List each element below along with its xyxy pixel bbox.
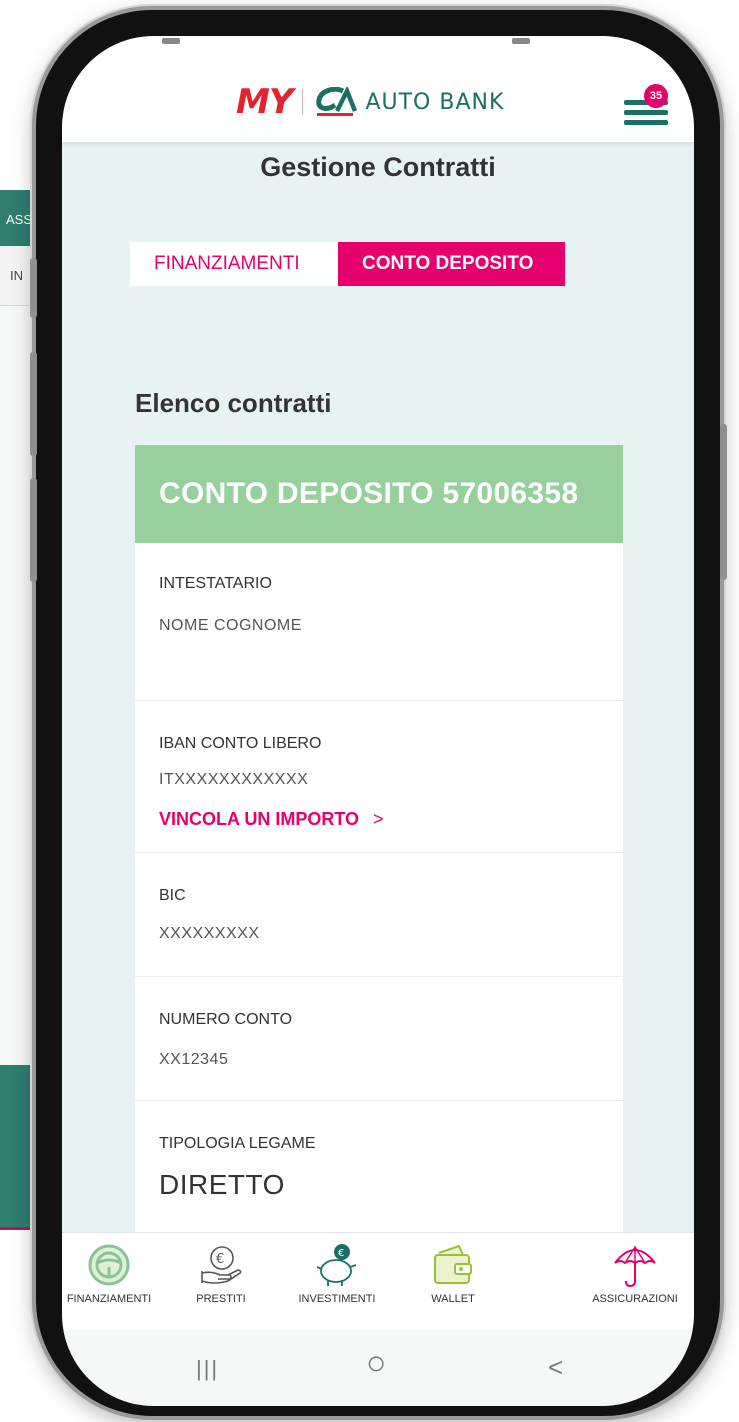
nav-label: PRESTITI	[196, 1293, 246, 1305]
row-intestatario: INTESTATARIO NOME COGNOME	[135, 543, 623, 701]
numero-conto-value: XX12345	[159, 1051, 229, 1068]
piggy-bank-icon: €	[316, 1244, 357, 1286]
back-button[interactable]: <	[548, 1352, 563, 1383]
nav-label: FINANZIAMENTI	[66, 1293, 152, 1305]
wallet-icon	[434, 1244, 472, 1284]
nav-wallet[interactable]: WALLET	[398, 1243, 508, 1305]
section-title: Elenco contratti	[135, 388, 332, 418]
iban-label: IBAN CONTO LIBERO	[159, 735, 322, 752]
contract-card-title: CONTO DEPOSITO 57006358	[135, 445, 623, 543]
phone-power-button	[720, 424, 727, 580]
steering-wheel-icon	[88, 1244, 130, 1286]
nav-label: INVESTIMENTI	[298, 1293, 376, 1305]
bic-value: XXXXXXXXX	[159, 925, 260, 942]
tipologia-label: TIPOLOGIA LEGAME	[159, 1135, 316, 1152]
system-nav-bar: ||| ○ <	[62, 1330, 694, 1406]
contract-card: CONTO DEPOSITO 57006358 INTESTATARIO NOM…	[135, 445, 623, 1235]
app-header: MY AUTO BANK 35	[62, 60, 694, 142]
svg-text:€: €	[338, 1248, 344, 1259]
row-iban: IBAN CONTO LIBERO ITXXXXXXXXXXXX VINCOLA…	[135, 701, 623, 853]
notification-badge: 35	[644, 84, 668, 108]
menu-bar	[624, 110, 668, 115]
tipologia-value: DIRETTO	[159, 1169, 285, 1200]
vincola-importo-link[interactable]: VINCOLA UN IMPORTO >	[159, 809, 384, 830]
nav-investimenti[interactable]: € INVESTIMENTI	[282, 1243, 392, 1305]
nav-label: WALLET	[431, 1293, 475, 1305]
phone-side-button	[30, 478, 37, 582]
brand-my: MY	[236, 82, 293, 122]
intestatario-value: NOME COGNOME	[159, 617, 302, 634]
nav-finanziamenti[interactable]: FINANZIAMENTI	[62, 1243, 164, 1305]
phone-side-button	[30, 258, 37, 318]
umbrella-icon	[614, 1245, 656, 1288]
phone-screen: MY AUTO BANK 35 Gestione Contratti FINAN…	[62, 36, 694, 1406]
status-bar	[62, 36, 694, 60]
status-icon	[162, 38, 180, 44]
recents-button[interactable]: |||	[196, 1356, 219, 1382]
page-title: Gestione Contratti	[260, 152, 496, 182]
contract-tabs: FINANZIAMENTI CONTO DEPOSITO	[130, 242, 565, 286]
nav-label: ASSICURAZIONI	[592, 1293, 678, 1305]
menu-button[interactable]: 35	[620, 84, 670, 132]
brand-logo[interactable]: MY AUTO BANK	[236, 80, 504, 124]
intestatario-label: INTESTATARIO	[159, 575, 272, 592]
row-bic: BIC XXXXXXXXX	[135, 853, 623, 977]
phone-side-button	[30, 352, 37, 456]
status-icon	[512, 38, 530, 44]
tab-finanziamenti[interactable]: FINANZIAMENTI	[130, 242, 338, 286]
chevron-right-icon: >	[373, 809, 384, 829]
home-button[interactable]: ○	[366, 1344, 387, 1383]
bic-label: BIC	[159, 887, 186, 904]
bottom-nav: FINANZIAMENTI € PRESTITI € INVESTIMENTI	[62, 1232, 694, 1330]
row-numero-conto: NUMERO CONTO XX12345	[135, 977, 623, 1101]
menu-bar	[624, 120, 668, 125]
row-tipologia-legame: TIPOLOGIA LEGAME DIRETTO	[135, 1101, 623, 1241]
nav-prestiti[interactable]: € PRESTITI	[166, 1243, 276, 1305]
svg-text:€: €	[216, 1252, 224, 1267]
tab-conto-deposito[interactable]: CONTO DEPOSITO	[338, 242, 565, 286]
iban-value: ITXXXXXXXXXXXX	[159, 771, 309, 788]
logo-separator	[302, 89, 304, 115]
numero-conto-label: NUMERO CONTO	[159, 1011, 293, 1028]
euro-hand-icon: €	[201, 1246, 242, 1284]
nav-assicurazioni[interactable]: ASSICURAZIONI	[580, 1243, 690, 1305]
vincola-label: VINCOLA UN IMPORTO	[159, 809, 360, 829]
ca-logo-icon	[316, 87, 358, 116]
brand-bank: AUTO BANK	[365, 89, 505, 115]
